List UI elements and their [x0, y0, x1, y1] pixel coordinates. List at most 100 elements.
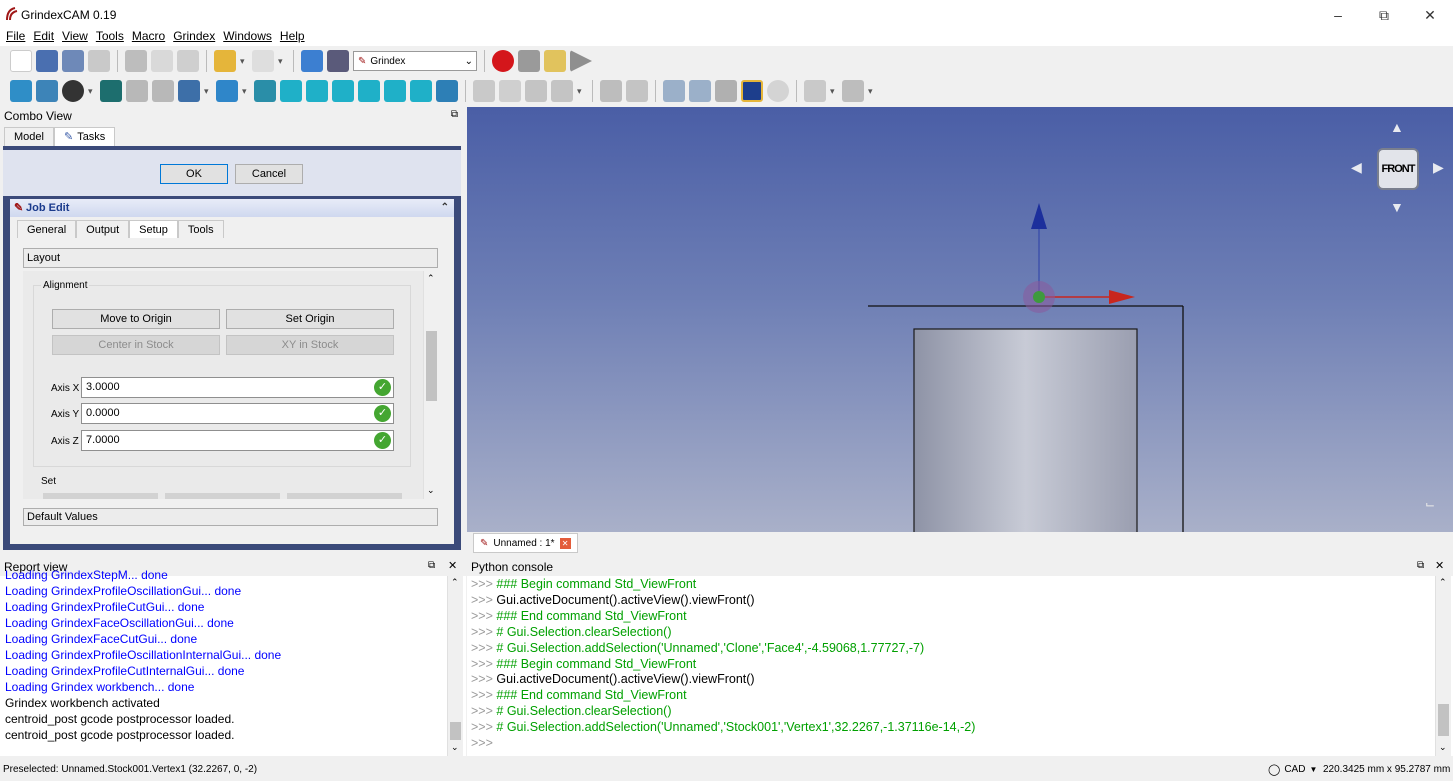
navigation-cube[interactable]: FRONT ▲ ◀ ▶ ▼ [1351, 119, 1444, 215]
menu-help[interactable]: Help [276, 28, 309, 46]
cancel-button[interactable]: Cancel [235, 164, 303, 184]
measure-icon[interactable] [436, 80, 458, 102]
tab-tools[interactable]: Tools [177, 220, 224, 238]
menu-tools[interactable]: Tools [92, 28, 128, 46]
paste-icon[interactable] [177, 50, 199, 72]
axis-z-input[interactable]: 7.0000 [81, 430, 394, 451]
set-origin-button[interactable]: Set Origin [226, 309, 394, 329]
close-icon[interactable]: ✕ [448, 559, 457, 572]
draw-style-dropdown-icon[interactable]: ▾ [88, 87, 96, 96]
whats-this-icon[interactable] [327, 50, 349, 72]
edit-macro-icon[interactable] [544, 50, 566, 72]
record-macro-icon[interactable] [492, 50, 514, 72]
workbench-selector[interactable]: ✎ Grindex ⌄ [353, 51, 477, 71]
stop-macro-icon[interactable] [518, 50, 540, 72]
redo-icon[interactable] [252, 50, 274, 72]
simulate-icon[interactable] [741, 80, 763, 102]
rotate-up-icon[interactable]: ▲ [1390, 119, 1404, 135]
undo-icon[interactable] [214, 50, 236, 72]
refresh-icon[interactable] [301, 50, 323, 72]
navigation-style-selector[interactable]: ◯ CAD ▼ [1268, 759, 1317, 781]
python-console[interactable]: >>> ### Begin command Std_ViewFront >>> … [467, 576, 1453, 756]
fit-selection-icon[interactable] [36, 80, 58, 102]
back-icon[interactable] [126, 80, 148, 102]
center-in-stock-button[interactable]: Center in Stock [52, 335, 220, 355]
view-rear-icon[interactable] [358, 80, 380, 102]
zoom-icon[interactable] [216, 80, 238, 102]
default-values-header[interactable]: Default Values [23, 508, 438, 526]
link-icon[interactable] [525, 80, 547, 102]
console-scrollbar[interactable]: ⌃ ⌄ [1435, 576, 1451, 756]
zoom-dropdown-icon[interactable]: ▾ [242, 87, 250, 96]
menu-view[interactable]: View [58, 28, 92, 46]
minimize-button[interactable]: – [1315, 0, 1361, 30]
tab-general[interactable]: General [17, 220, 77, 238]
xy-in-stock-button[interactable]: XY in Stock [226, 335, 394, 355]
cut-icon[interactable] [125, 50, 147, 72]
scroll-up-icon[interactable]: ⌃ [1439, 577, 1447, 588]
set-button-partial[interactable] [287, 493, 402, 499]
navcube-front-face[interactable]: FRONT [1377, 148, 1419, 190]
forward-icon[interactable] [152, 80, 174, 102]
draw-style-icon[interactable] [62, 80, 84, 102]
post-process-icon[interactable] [626, 80, 648, 102]
run-macro-icon[interactable] [570, 50, 592, 72]
toolpath-icon[interactable] [842, 80, 864, 102]
move-to-origin-button[interactable]: Move to Origin [52, 309, 220, 329]
rotate-down-icon[interactable]: ▼ [1390, 199, 1404, 215]
job-icon[interactable] [600, 80, 622, 102]
document-tab[interactable]: ✎ Unnamed : 1* ✕ [473, 533, 578, 553]
ok-button[interactable]: OK [160, 164, 228, 184]
redo-dropdown-icon[interactable]: ▾ [278, 57, 286, 66]
toolpath-dropdown-icon[interactable]: ▾ [868, 87, 876, 96]
scroll-down-icon[interactable]: ⌄ [451, 742, 459, 753]
rotate-right-icon[interactable]: ▶ [1433, 159, 1444, 176]
axis-y-input[interactable]: 0.0000 [81, 403, 394, 424]
menu-macro[interactable]: Macro [128, 28, 169, 46]
tab-output[interactable]: Output [76, 220, 130, 238]
scrollbar-thumb[interactable] [1438, 704, 1449, 736]
menu-grindex[interactable]: Grindex [169, 28, 219, 46]
scrollbar-thumb[interactable] [426, 331, 437, 401]
profile-icon[interactable] [663, 80, 685, 102]
float-icon[interactable]: ⧉ [1417, 560, 1424, 571]
copy-icon[interactable] [151, 50, 173, 72]
link-actions-icon[interactable] [551, 80, 573, 102]
tab-setup[interactable]: Setup [129, 220, 178, 238]
setup-scrollbar[interactable]: ⌃ ⌄ [423, 271, 438, 499]
scrollbar-thumb[interactable] [450, 722, 461, 740]
tab-tasks[interactable]: ✎ Tasks [53, 127, 116, 146]
sync-dropdown-icon[interactable]: ▾ [204, 87, 212, 96]
axis-x-input[interactable]: 3.0000 [81, 377, 394, 398]
scroll-up-icon[interactable]: ⌃ [451, 577, 459, 588]
rotate-left-icon[interactable]: ◀ [1351, 159, 1362, 176]
dressup-icon[interactable] [804, 80, 826, 102]
menu-file[interactable]: File [2, 28, 29, 46]
3d-viewport[interactable]: FRONT ▲ ◀ ▶ ▼ ⌙ [467, 107, 1453, 532]
print-icon[interactable] [88, 50, 110, 72]
close-tab-icon[interactable]: ✕ [559, 537, 571, 549]
job-edit-header[interactable]: ✎ Job Edit ⌃ [10, 199, 454, 217]
console-input-prompt[interactable]: >>> [471, 736, 493, 750]
tab-model[interactable]: Model [4, 127, 54, 146]
set-button-partial[interactable] [43, 493, 158, 499]
view-top-icon[interactable] [306, 80, 328, 102]
layout-section-header[interactable]: Layout [23, 248, 438, 268]
view-bottom-icon[interactable] [384, 80, 406, 102]
set-button-partial[interactable] [165, 493, 280, 499]
undo-dropdown-icon[interactable]: ▾ [240, 57, 248, 66]
scroll-up-icon[interactable]: ⌃ [427, 273, 435, 284]
save-icon[interactable] [62, 50, 84, 72]
view-left-icon[interactable] [410, 80, 432, 102]
inspect-icon[interactable] [767, 80, 789, 102]
new-file-icon[interactable] [10, 50, 32, 72]
open-file-icon[interactable] [36, 50, 58, 72]
close-icon[interactable]: ✕ [1435, 559, 1444, 572]
dressup-dropdown-icon[interactable]: ▾ [830, 87, 838, 96]
sync-view-icon[interactable] [178, 80, 200, 102]
group-icon[interactable] [499, 80, 521, 102]
oscillation-icon[interactable] [715, 80, 737, 102]
face-icon[interactable] [689, 80, 711, 102]
bounding-box-icon[interactable] [100, 80, 122, 102]
scroll-down-icon[interactable]: ⌄ [1439, 742, 1447, 753]
